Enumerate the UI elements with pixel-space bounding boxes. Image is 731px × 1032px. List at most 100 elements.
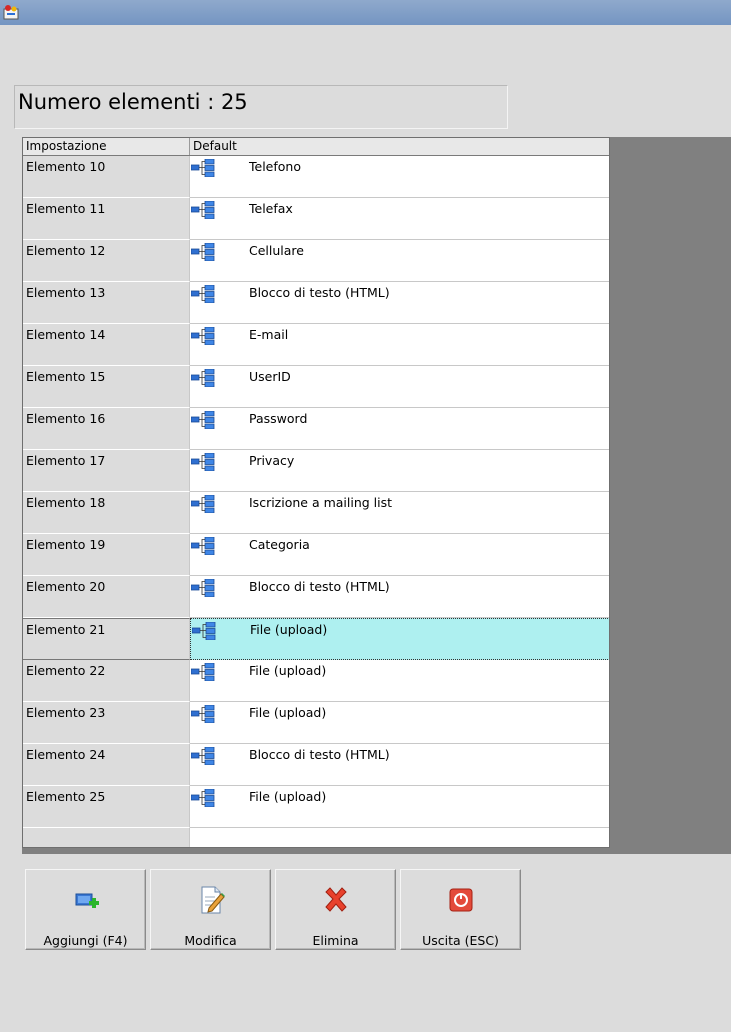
setting-cell[interactable]: Elemento 15 xyxy=(23,366,190,408)
table-row[interactable]: Elemento 19 Categoria xyxy=(23,534,609,576)
edit-button-label: Modifica xyxy=(184,933,237,948)
setting-cell[interactable]: Elemento 23 xyxy=(23,702,190,744)
tree-structure-icon xyxy=(190,326,215,346)
table-row[interactable]: Elemento 22 File (upload) xyxy=(23,660,609,702)
tree-structure-icon xyxy=(190,242,215,262)
tree-structure-icon xyxy=(190,788,215,808)
column-header-setting[interactable]: Impostazione xyxy=(23,138,190,155)
setting-cell[interactable]: Elemento 13 xyxy=(23,282,190,324)
title-bar xyxy=(0,0,731,25)
default-cell[interactable]: File (upload) xyxy=(190,660,609,702)
tree-structure-icon xyxy=(190,284,215,304)
tree-structure-icon xyxy=(190,200,215,220)
setting-cell[interactable]: Elemento 14 xyxy=(23,324,190,366)
table-row[interactable]: Elemento 25 File (upload) xyxy=(23,786,609,828)
setting-cell[interactable]: Elemento 22 xyxy=(23,660,190,702)
add-button[interactable]: Aggiungi (F4) xyxy=(25,869,146,950)
default-cell[interactable]: Blocco di testo (HTML) xyxy=(190,576,609,618)
default-value: Blocco di testo (HTML) xyxy=(249,285,390,300)
setting-cell[interactable]: Elemento 16 xyxy=(23,408,190,450)
delete-icon xyxy=(325,887,347,912)
default-value: File (upload) xyxy=(249,705,327,720)
table-row[interactable]: Elemento 17 Privacy xyxy=(23,450,609,492)
setting-cell[interactable]: Elemento 17 xyxy=(23,450,190,492)
empty-default-cell xyxy=(190,828,609,847)
table-row[interactable]: Elemento 10 Telefono xyxy=(23,156,609,198)
default-cell[interactable]: File (upload) xyxy=(190,702,609,744)
default-value: Iscrizione a mailing list xyxy=(249,495,393,510)
default-cell[interactable]: Blocco di testo (HTML) xyxy=(190,744,609,786)
tree-structure-icon xyxy=(190,536,215,556)
default-cell[interactable]: Telefono xyxy=(190,156,609,198)
tree-structure-icon xyxy=(190,662,215,682)
element-count-label: Numero elementi : 25 xyxy=(18,90,248,114)
tree-structure-icon xyxy=(190,368,215,388)
settings-grid[interactable]: Impostazione Default Elemento 10 Telefono… xyxy=(22,137,610,848)
setting-cell[interactable]: Elemento 19 xyxy=(23,534,190,576)
tree-structure-icon xyxy=(190,452,215,472)
exit-button-label: Uscita (ESC) xyxy=(422,933,499,948)
default-value: File (upload) xyxy=(250,622,328,637)
tree-structure-icon xyxy=(191,621,216,641)
default-value: Privacy xyxy=(249,453,295,468)
default-cell[interactable]: Password xyxy=(190,408,609,450)
setting-cell[interactable]: Elemento 12 xyxy=(23,240,190,282)
setting-cell[interactable]: Elemento 21 xyxy=(23,618,190,660)
default-cell[interactable]: Blocco di testo (HTML) xyxy=(190,282,609,324)
default-value: Categoria xyxy=(249,537,310,552)
default-value: Telefono xyxy=(249,159,301,174)
table-row[interactable]: Elemento 15 UserID xyxy=(23,366,609,408)
default-cell[interactable]: E-mail xyxy=(190,324,609,366)
delete-button-label: Elimina xyxy=(312,933,359,948)
setting-cell[interactable]: Elemento 20 xyxy=(23,576,190,618)
tree-structure-icon xyxy=(190,410,215,430)
empty-row xyxy=(23,828,609,847)
delete-button[interactable]: Elimina xyxy=(275,869,396,950)
default-cell[interactable]: Telefax xyxy=(190,198,609,240)
default-cell[interactable]: UserID xyxy=(190,366,609,408)
setting-cell[interactable]: Elemento 24 xyxy=(23,744,190,786)
add-button-label: Aggiungi (F4) xyxy=(43,933,128,948)
setting-cell[interactable]: Elemento 18 xyxy=(23,492,190,534)
table-row[interactable]: Elemento 11 Telefax xyxy=(23,198,609,240)
grid-bottom-border xyxy=(22,848,731,854)
table-row[interactable]: Elemento 13 Blocco di testo (HTML) xyxy=(23,282,609,324)
default-cell[interactable]: File (upload) xyxy=(190,786,609,828)
default-value: File (upload) xyxy=(249,663,327,678)
app-icon[interactable] xyxy=(2,3,22,21)
edit-button[interactable]: Modifica xyxy=(150,869,271,950)
edit-icon xyxy=(201,886,225,914)
element-count-panel: Numero elementi : 25 xyxy=(14,85,508,129)
table-row[interactable]: Elemento 21 File (upload) xyxy=(23,618,609,660)
table-row[interactable]: Elemento 23 File (upload) xyxy=(23,702,609,744)
default-value: File (upload) xyxy=(249,789,327,804)
setting-cell[interactable]: Elemento 10 xyxy=(23,156,190,198)
default-cell[interactable]: File (upload) xyxy=(190,618,609,660)
default-cell[interactable]: Privacy xyxy=(190,450,609,492)
default-value: Blocco di testo (HTML) xyxy=(249,747,390,762)
exit-button[interactable]: Uscita (ESC) xyxy=(400,869,521,950)
default-cell[interactable]: Cellulare xyxy=(190,240,609,282)
default-cell[interactable]: Categoria xyxy=(190,534,609,576)
default-value: E-mail xyxy=(249,327,289,342)
table-row[interactable]: Elemento 14 E-mail xyxy=(23,324,609,366)
setting-cell[interactable]: Elemento 25 xyxy=(23,786,190,828)
column-header-default[interactable]: Default xyxy=(190,138,609,155)
table-row[interactable]: Elemento 18 Iscrizione a mailing list xyxy=(23,492,609,534)
tree-structure-icon xyxy=(190,158,215,178)
default-value: Password xyxy=(249,411,308,426)
table-row[interactable]: Elemento 24 Blocco di testo (HTML) xyxy=(23,744,609,786)
empty-setting-cell xyxy=(23,828,190,847)
add-icon xyxy=(75,893,99,908)
exit-icon xyxy=(449,888,473,912)
default-value: Cellulare xyxy=(249,243,304,258)
grid-rows: Elemento 10 Telefono Elemento 11 Telefax Ele… xyxy=(23,156,609,847)
default-value: UserID xyxy=(249,369,291,384)
table-row[interactable]: Elemento 12 Cellulare xyxy=(23,240,609,282)
setting-cell[interactable]: Elemento 11 xyxy=(23,198,190,240)
tree-structure-icon xyxy=(190,494,215,514)
tree-structure-icon xyxy=(190,746,215,766)
default-cell[interactable]: Iscrizione a mailing list xyxy=(190,492,609,534)
table-row[interactable]: Elemento 20 Blocco di testo (HTML) xyxy=(23,576,609,618)
table-row[interactable]: Elemento 16 Password xyxy=(23,408,609,450)
